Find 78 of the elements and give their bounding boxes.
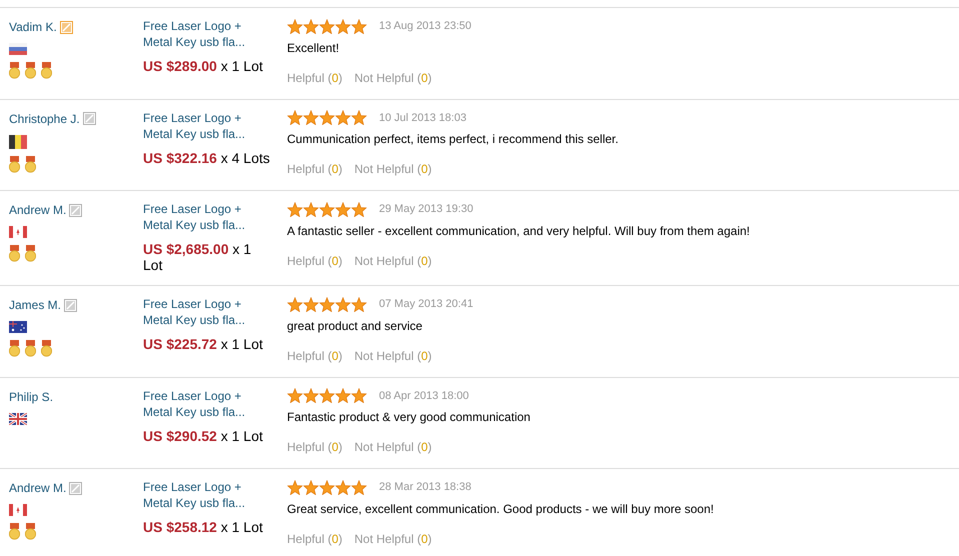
medal-icon (9, 156, 20, 172)
review-comment: A fantastic seller - excellent communication, and very helpful. Will buy from them again! (287, 222, 751, 240)
star-icon (335, 110, 351, 126)
price-quantity: US $322.16 x 4 Lots (143, 150, 271, 166)
medal-icon (25, 523, 36, 540)
review-comment: Excellent! (287, 40, 340, 56)
medal-icon (9, 340, 20, 357)
star-icon (287, 110, 303, 126)
medal-icon (9, 245, 20, 262)
medal-icon (9, 523, 20, 540)
price-quantity: US $290.52 x 1 Lot (143, 428, 264, 444)
star-icon (351, 202, 367, 217)
flag-icon (9, 134, 27, 148)
star-icon (351, 480, 367, 495)
star-icon (319, 202, 335, 217)
star-icon (287, 296, 303, 312)
star-icon (303, 480, 319, 495)
price-quantity: US $2,685.00 x 1 Lot (143, 241, 252, 273)
star-icon (287, 202, 303, 217)
star-icon (335, 18, 351, 34)
star-icon (335, 480, 351, 495)
star-icon (335, 202, 351, 217)
review-comment: Great service, excellent communication. Good products - we will buy more soon! (287, 500, 715, 518)
flag-icon (9, 43, 27, 55)
star-icon (319, 480, 335, 495)
medal-icon (41, 340, 52, 357)
star-icon (319, 296, 335, 312)
review-date: 28 Mar 2013 18:38 (379, 480, 472, 495)
star-icon (335, 388, 351, 404)
reviewer-name[interactable]: Andrew M. (9, 201, 66, 219)
flag-icon (9, 412, 27, 424)
star-icon (335, 296, 351, 312)
product-link[interactable]: Free Laser Logo + Metal Key usb fla... (143, 388, 261, 420)
review-date: 10 Jul 2013 18:03 (379, 110, 466, 126)
reviewer-name[interactable]: Vadim K. (9, 18, 57, 36)
star-icon (287, 18, 303, 34)
star-icon (351, 388, 367, 404)
medal-icon (25, 340, 36, 357)
flag-icon (9, 504, 27, 516)
star-icon (303, 202, 319, 217)
star-icon (319, 110, 335, 126)
medal-icon (25, 245, 36, 262)
star-icon (351, 18, 367, 34)
product-link[interactable]: Free Laser Logo + Metal Key usb fla... (143, 296, 261, 328)
medal-icon (25, 156, 36, 172)
star-icon (319, 388, 335, 404)
review-comment: Fantastic product & very good communication (287, 409, 532, 426)
reviewer-name[interactable]: Andrew M. (9, 479, 66, 497)
price-quantity: US $289.00 x 1 Lot (143, 58, 264, 74)
star-icon (351, 110, 367, 126)
star-icon (303, 18, 319, 34)
price-quantity: US $258.12 x 1 Lot (143, 519, 264, 535)
review-date: 08 Apr 2013 18:00 (379, 388, 469, 404)
star-icon (287, 480, 303, 495)
price-quantity: US $225.72 x 1 Lot (143, 336, 264, 352)
review-date: 13 Aug 2013 23:50 (379, 19, 472, 34)
star-icon (287, 388, 303, 404)
medal-icon (9, 62, 20, 79)
medal-icon (25, 62, 36, 79)
product-link[interactable]: Free Laser Logo + Metal Key usb fla... (143, 110, 261, 142)
star-icon (303, 296, 319, 312)
star-icon (303, 388, 319, 404)
reviewer-name[interactable]: James M. (9, 296, 62, 314)
reviewer-name[interactable]: Christophe J. (9, 110, 80, 128)
product-link[interactable]: Free Laser Logo + Metal Key usb fla... (143, 201, 261, 233)
reviewer-name[interactable]: Philip S. (9, 388, 54, 406)
review-date: 07 May 2013 20:41 (379, 297, 474, 312)
review-comment: great product and service (287, 318, 424, 334)
flag-icon (9, 226, 27, 238)
product-link[interactable]: Free Laser Logo + Metal Key usb fla... (143, 18, 261, 50)
product-link[interactable]: Free Laser Logo + Metal Key usb fla... (143, 479, 261, 511)
star-icon (319, 18, 335, 34)
flag-icon (9, 321, 27, 333)
review-comment: Cummunication perfect, items perfect, i recommend this seller. (287, 131, 620, 148)
medal-icon (41, 62, 52, 79)
star-icon (303, 110, 319, 126)
star-icon (351, 296, 367, 312)
review-date: 29 May 2013 19:30 (379, 202, 474, 217)
